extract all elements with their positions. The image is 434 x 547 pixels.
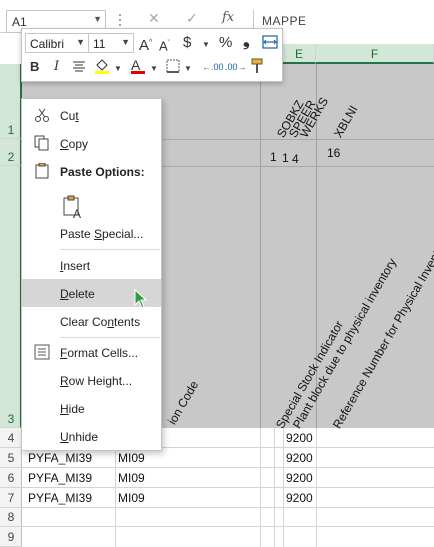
cell-e5[interactable]: 9200 [286,451,313,465]
column-divider [260,64,261,428]
row-header-5[interactable]: 5 [0,448,22,468]
cell-e4[interactable]: 9200 [286,431,313,445]
menu-item-hide[interactable]: Hide [22,394,161,422]
row-header-7[interactable]: 7 [0,488,22,508]
formula-text: MAPPE [262,14,307,28]
fill-color-icon[interactable] [94,57,110,79]
cell-e6[interactable]: 9200 [286,471,313,485]
column-header-e[interactable]: E [283,44,316,64]
field-length-cell: 1 [270,150,277,164]
cell-a5[interactable]: PYFA_MI39 [28,451,92,465]
bold-icon[interactable]: B [30,59,39,75]
row-header-9[interactable]: 9 [0,527,22,547]
menu-item-clear-contents[interactable]: Clear Contents [22,307,161,335]
context-menu: Cut Copy Paste Options: A Paste Special.… [21,98,162,451]
font-color-icon[interactable]: A [130,57,146,79]
paste-keep-text-icon[interactable]: A [62,195,86,221]
field-length-cell: 1 [282,151,289,165]
increase-decimal-icon[interactable]: .00→ [225,59,247,75]
borders-icon[interactable] [166,59,180,77]
drag-dots-icon[interactable] [117,11,123,29]
format-cells-icon [34,344,50,360]
menu-item-row-height[interactable]: Row Height... [22,366,161,394]
chevron-down-icon[interactable]: ▼ [114,64,122,73]
field-length-cell: 16 [327,146,341,160]
chevron-down-icon: ▼ [76,37,85,47]
currency-icon[interactable]: $ [183,35,191,51]
name-box-value: A1 [12,15,27,29]
clipboard-icon [34,162,50,179]
grid-line [22,487,434,488]
row-header-1[interactable]: 1 [0,64,22,139]
grid-line [22,467,434,468]
row-header-8[interactable]: 8 [0,508,22,527]
menu-section-paste-options: Paste Options: [22,157,161,185]
italic-icon[interactable]: I [54,59,59,75]
row-header-2[interactable]: 2 [0,139,22,166]
column-header-f[interactable]: F [316,44,434,64]
field-length-cell: 4 [292,152,299,166]
grid-line [274,428,275,547]
cell-b5[interactable]: MI09 [118,451,145,465]
grid-line [260,428,261,547]
menu-separator [60,249,160,250]
menu-item-cut[interactable]: Cut [22,101,161,129]
chevron-down-icon[interactable]: ▼ [184,64,192,73]
scissors-icon [34,107,50,123]
menu-item-insert[interactable]: Insert [22,251,161,279]
copy-icon [34,135,50,151]
grow-font-icon[interactable]: A^ [139,35,152,54]
chevron-down-icon[interactable]: ▼ [150,64,158,73]
merge-center-icon[interactable] [262,34,278,54]
cell-a7[interactable]: PYFA_MI39 [28,491,92,505]
chevron-down-icon[interactable]: ▼ [202,40,210,49]
grid-line [22,526,434,527]
percent-icon[interactable]: % [219,35,232,51]
mini-toolbar: Calibri ▼ 11 ▼ A^ Aˇ $ ▼ % ❟ B I ▼ A ▼ ▼… [21,28,283,82]
chevron-down-icon: ▼ [121,37,130,47]
menu-item-unhide[interactable]: Unhide [22,422,161,450]
grid-line [316,428,317,547]
grid-line [283,428,284,547]
cell-a6[interactable]: PYFA_MI39 [28,471,92,485]
align-center-icon[interactable] [72,59,86,77]
row-header-6[interactable]: 6 [0,468,22,488]
grid-line [22,507,434,508]
format-painter-icon[interactable] [250,57,266,79]
comma-style-icon[interactable]: ❟ [243,32,250,49]
enter-icon[interactable]: ✓ [186,10,198,27]
cell-b6[interactable]: MI09 [118,471,145,485]
chevron-down-icon[interactable]: ▼ [93,14,102,24]
menu-item-paste-special[interactable]: Paste Special... [22,219,161,247]
cell-b7[interactable]: MI09 [118,491,145,505]
cell-e7[interactable]: 9200 [286,491,313,505]
svg-text:A: A [73,207,81,219]
font-size-select[interactable]: 11 ▼ [88,33,134,53]
shrink-font-icon[interactable]: Aˇ [159,36,170,54]
row-header-3[interactable]: 3 [0,166,22,428]
insert-function-icon[interactable]: fx [222,10,234,25]
row-header-4[interactable]: 4 [0,428,22,448]
cancel-icon[interactable]: ✕ [148,10,160,27]
font-name-select[interactable]: Calibri ▼ [25,33,89,53]
menu-item-copy[interactable]: Copy [22,129,161,157]
decrease-decimal-icon[interactable]: ←.00 [202,59,224,75]
mouse-pointer-icon [134,289,148,309]
menu-item-format-cells[interactable]: Format Cells... [22,338,161,366]
